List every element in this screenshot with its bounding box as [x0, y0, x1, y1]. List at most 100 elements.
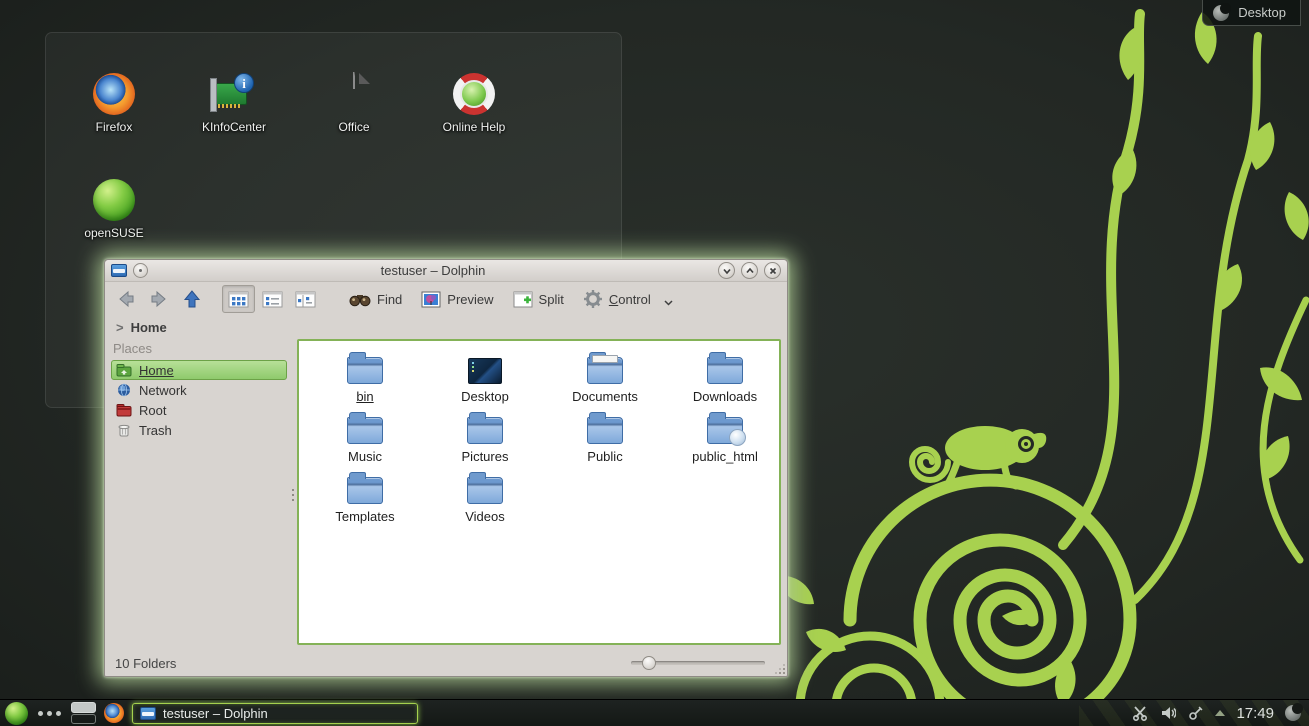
desktop-toolbox-label: Desktop	[1238, 5, 1286, 20]
folder-item-templates[interactable]: Templates	[305, 471, 425, 524]
globe-emblem-icon	[729, 429, 746, 446]
split-view-icon	[513, 291, 533, 308]
firefox-icon	[93, 73, 135, 115]
desktop-icon-kinfocenter[interactable]: i KInfoCenter	[176, 73, 292, 134]
resize-grip[interactable]	[775, 664, 785, 674]
minimize-icon	[722, 266, 732, 276]
folder-item-documents[interactable]: Documents	[545, 351, 665, 404]
close-icon	[768, 266, 778, 276]
find-label: Find	[377, 292, 402, 307]
folder-item-public[interactable]: Public	[545, 411, 665, 464]
device-notifier-icon[interactable]	[1187, 705, 1204, 722]
folder-view[interactable]: bin Desktop Documents Downloads Music	[297, 339, 781, 645]
chevron-down-icon	[664, 300, 673, 306]
folder-item-bin[interactable]: bin	[305, 351, 425, 404]
taskbar: testuser – Dolphin	[0, 699, 1309, 726]
control-button[interactable]: Control	[575, 285, 681, 313]
split-button[interactable]: Split	[505, 285, 572, 313]
statusbar: 10 Folders	[105, 650, 787, 676]
pin-button[interactable]	[133, 263, 148, 278]
folder-item-music[interactable]: Music	[305, 411, 425, 464]
titlebar[interactable]: testuser – Dolphin	[105, 260, 787, 282]
split-label: Split	[539, 292, 564, 307]
places-item-network[interactable]: Network	[111, 380, 287, 400]
pager-desktop-2[interactable]	[71, 714, 96, 725]
maximize-icon	[745, 266, 755, 276]
opensuse-geeko-icon	[93, 179, 135, 221]
home-folder-icon	[116, 363, 132, 377]
cashew-icon	[1213, 5, 1229, 21]
clock[interactable]: 17:49	[1236, 705, 1274, 722]
desktop-icon-label: KInfoCenter	[176, 120, 292, 134]
toolbar: Find Preview Split	[105, 282, 787, 316]
desktop-icon-opensuse[interactable]: openSUSE	[56, 179, 172, 240]
dolphin-app-icon	[140, 707, 156, 720]
columns-view-icon	[295, 291, 316, 308]
details-view-button[interactable]	[257, 285, 288, 313]
icons-view-button[interactable]	[222, 285, 255, 313]
panel-splitter[interactable]	[289, 338, 297, 650]
places-item-label: Home	[139, 363, 174, 378]
breadcrumb-home[interactable]: Home	[131, 320, 167, 335]
folder-icon	[347, 417, 383, 444]
pager-desktop-1[interactable]	[71, 702, 96, 713]
desktop-icon-label: Firefox	[56, 120, 172, 134]
dolphin-window: testuser – Dolphin	[104, 259, 788, 677]
preview-image-icon	[421, 291, 441, 308]
back-icon	[116, 289, 136, 309]
trash-icon	[116, 423, 132, 437]
desktop: Desktop Firefox i KInfoCenter Office Onl…	[0, 0, 1309, 726]
zoom-slider-handle[interactable]	[642, 656, 656, 670]
places-item-trash[interactable]: Trash	[111, 420, 287, 440]
desktop-icon-online-help[interactable]: Online Help	[416, 73, 532, 134]
maximize-button[interactable]	[741, 262, 758, 279]
folder-item-public-html[interactable]: public_html	[665, 411, 781, 464]
icons-view-icon	[228, 291, 249, 308]
folder-item-desktop[interactable]: Desktop	[425, 351, 545, 404]
folder-item-videos[interactable]: Videos	[425, 471, 545, 524]
folder-item-downloads[interactable]: Downloads	[665, 351, 781, 404]
desktop-icon-office[interactable]: Office	[296, 73, 412, 134]
documents-folder-icon	[587, 357, 623, 384]
preview-button[interactable]: Preview	[413, 285, 501, 313]
status-text: 10 Folders	[115, 656, 176, 671]
volume-speaker-icon[interactable]	[1159, 705, 1176, 722]
up-icon	[182, 289, 202, 309]
virtual-desktop-pager[interactable]	[71, 702, 96, 724]
folder-item-pictures[interactable]: Pictures	[425, 411, 545, 464]
places-item-root[interactable]: Root	[111, 400, 287, 420]
kinfocenter-icon: i	[213, 73, 255, 115]
columns-view-button[interactable]	[290, 285, 321, 313]
folder-icon	[347, 477, 383, 504]
zoom-slider[interactable]	[631, 656, 765, 670]
back-button[interactable]	[111, 285, 141, 313]
find-button[interactable]: Find	[341, 285, 410, 313]
folder-icon	[467, 477, 503, 504]
task-button-dolphin[interactable]: testuser – Dolphin	[132, 703, 418, 724]
places-item-label: Root	[139, 403, 166, 418]
places-item-label: Trash	[139, 423, 172, 438]
window-content: Places Home Networ	[105, 338, 787, 650]
forward-icon	[149, 289, 169, 309]
app-launcher-button[interactable]	[5, 702, 28, 725]
tray-expand-arrow-icon[interactable]	[1215, 710, 1225, 716]
activity-dots-widget[interactable]	[36, 711, 63, 716]
binoculars-icon	[349, 291, 371, 307]
places-item-home[interactable]: Home	[111, 360, 287, 380]
breadcrumb-arrow: >	[116, 320, 124, 335]
up-button[interactable]	[177, 285, 207, 313]
network-globe-icon	[116, 383, 132, 397]
firefox-launcher[interactable]	[104, 703, 124, 723]
system-tray: 17:49	[1131, 705, 1304, 722]
root-folder-icon	[116, 403, 132, 417]
close-button[interactable]	[764, 262, 781, 279]
clipboard-scissors-icon[interactable]	[1131, 705, 1148, 722]
public-html-folder-icon	[707, 417, 743, 444]
window-title: testuser – Dolphin	[154, 263, 712, 278]
desktop-toolbox[interactable]: Desktop	[1202, 0, 1301, 26]
dolphin-app-icon	[111, 264, 127, 277]
panel-cashew-icon[interactable]	[1285, 705, 1301, 721]
forward-button[interactable]	[144, 285, 174, 313]
desktop-icon-firefox[interactable]: Firefox	[56, 73, 172, 134]
minimize-button[interactable]	[718, 262, 735, 279]
